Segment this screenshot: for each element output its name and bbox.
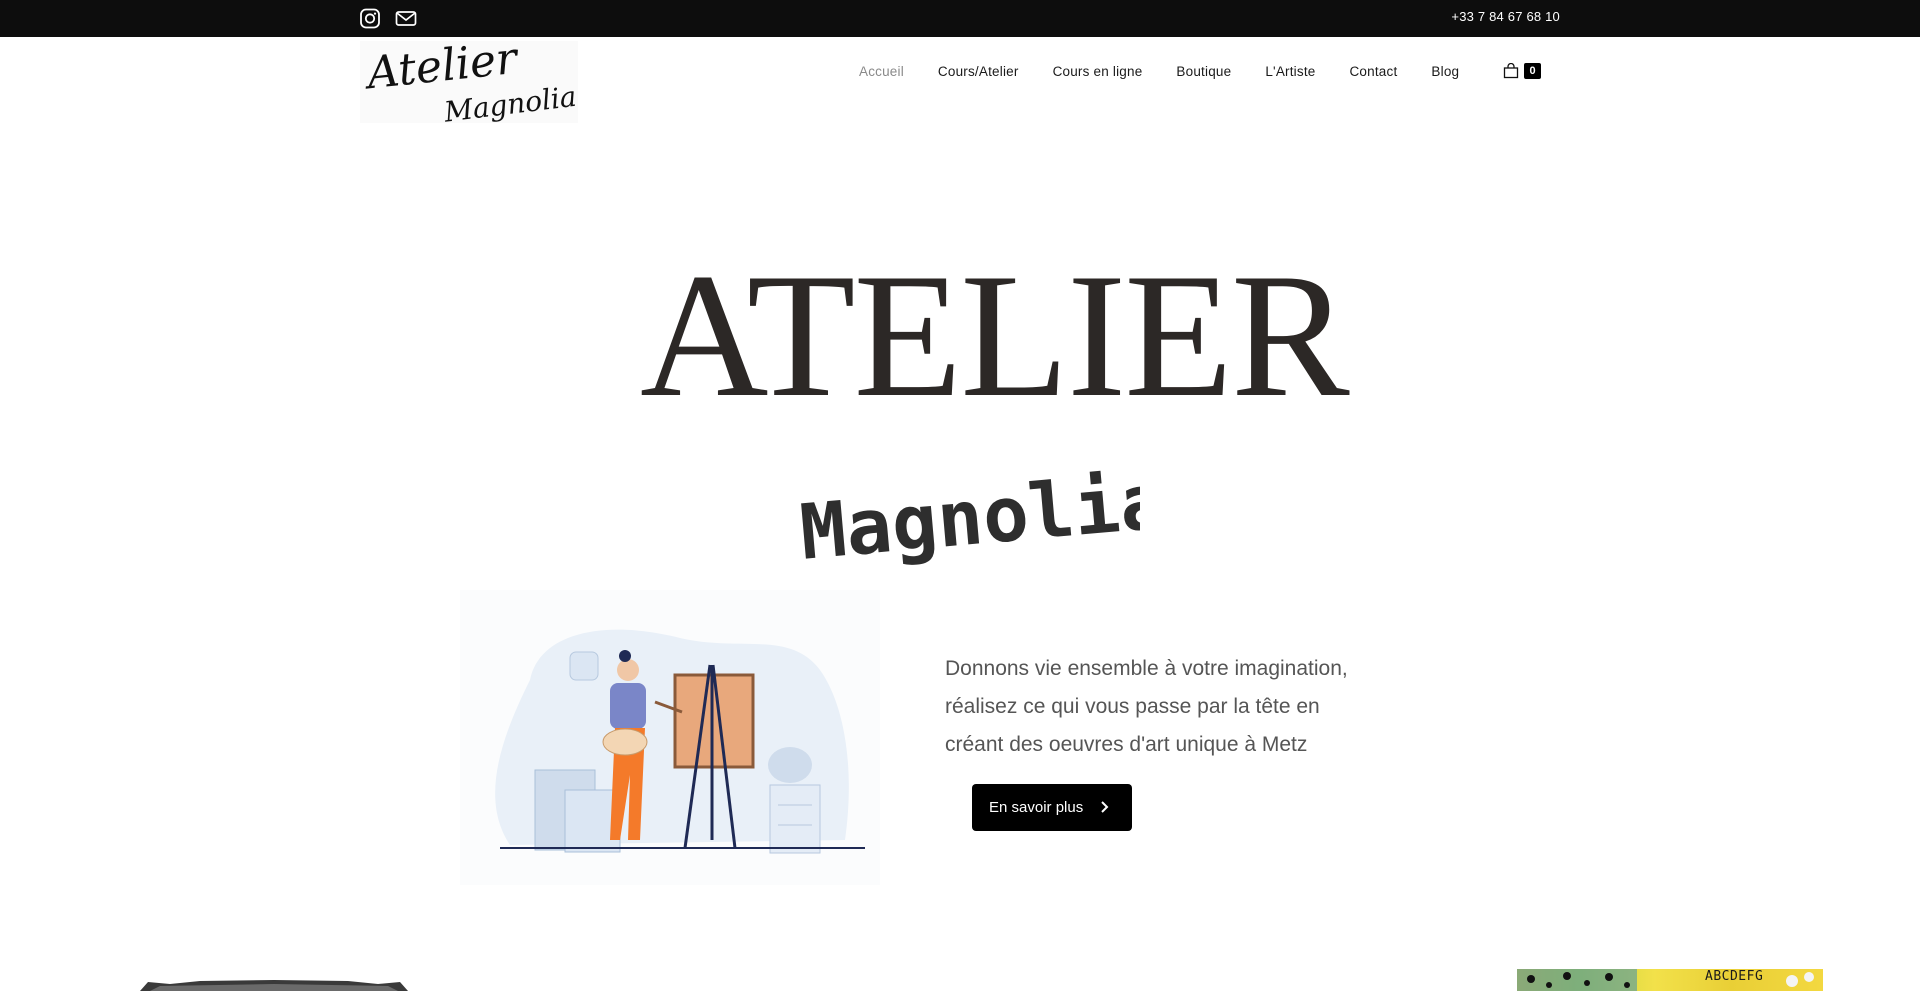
mail-icon[interactable] xyxy=(395,8,417,29)
painter-illustration xyxy=(460,590,880,885)
nav-item-boutique[interactable]: Boutique xyxy=(1176,64,1231,79)
artwork-letters: ABCDEFG xyxy=(1705,969,1764,984)
instagram-icon[interactable] xyxy=(359,8,381,29)
learn-more-label: En savoir plus xyxy=(989,799,1084,816)
nav-item-cours-en-ligne[interactable]: Cours en ligne xyxy=(1053,64,1143,79)
learn-more-button[interactable]: En savoir plus xyxy=(972,784,1132,831)
phone-number[interactable]: +33 7 84 67 68 10 xyxy=(1451,9,1560,24)
top-bar: +33 7 84 67 68 10 xyxy=(0,0,1920,37)
page: +33 7 84 67 68 10 Atelier Magnolia Accue… xyxy=(0,0,1920,991)
hero-subtitle-text: Magnolia xyxy=(797,456,1140,577)
nav-item-artiste[interactable]: L'Artiste xyxy=(1265,64,1315,79)
site-logo[interactable]: Atelier Magnolia xyxy=(360,41,578,123)
ornate-frame-image xyxy=(140,978,408,991)
main-nav: Accueil Cours/Atelier Cours en ligne Bou… xyxy=(859,64,1493,79)
hero-title: ATELIER xyxy=(640,236,1350,434)
nav-item-cours-atelier[interactable]: Cours/Atelier xyxy=(938,64,1019,79)
nav-item-blog[interactable]: Blog xyxy=(1431,64,1459,79)
nav-item-accueil[interactable]: Accueil xyxy=(859,64,904,79)
cart-count-badge: 0 xyxy=(1524,63,1541,79)
chevron-right-icon xyxy=(1100,798,1110,816)
artwork-thumbnail: ABCDEFG xyxy=(1517,969,1823,991)
intro-tagline: Donnons vie ensemble à votre imagination… xyxy=(945,657,1348,756)
cart-button[interactable]: 0 xyxy=(1503,62,1541,79)
social-links xyxy=(359,8,417,29)
hero-subtitle: Magnolia xyxy=(780,440,1140,580)
shopping-bag-icon xyxy=(1503,62,1519,79)
nav-item-contact[interactable]: Contact xyxy=(1349,64,1397,79)
